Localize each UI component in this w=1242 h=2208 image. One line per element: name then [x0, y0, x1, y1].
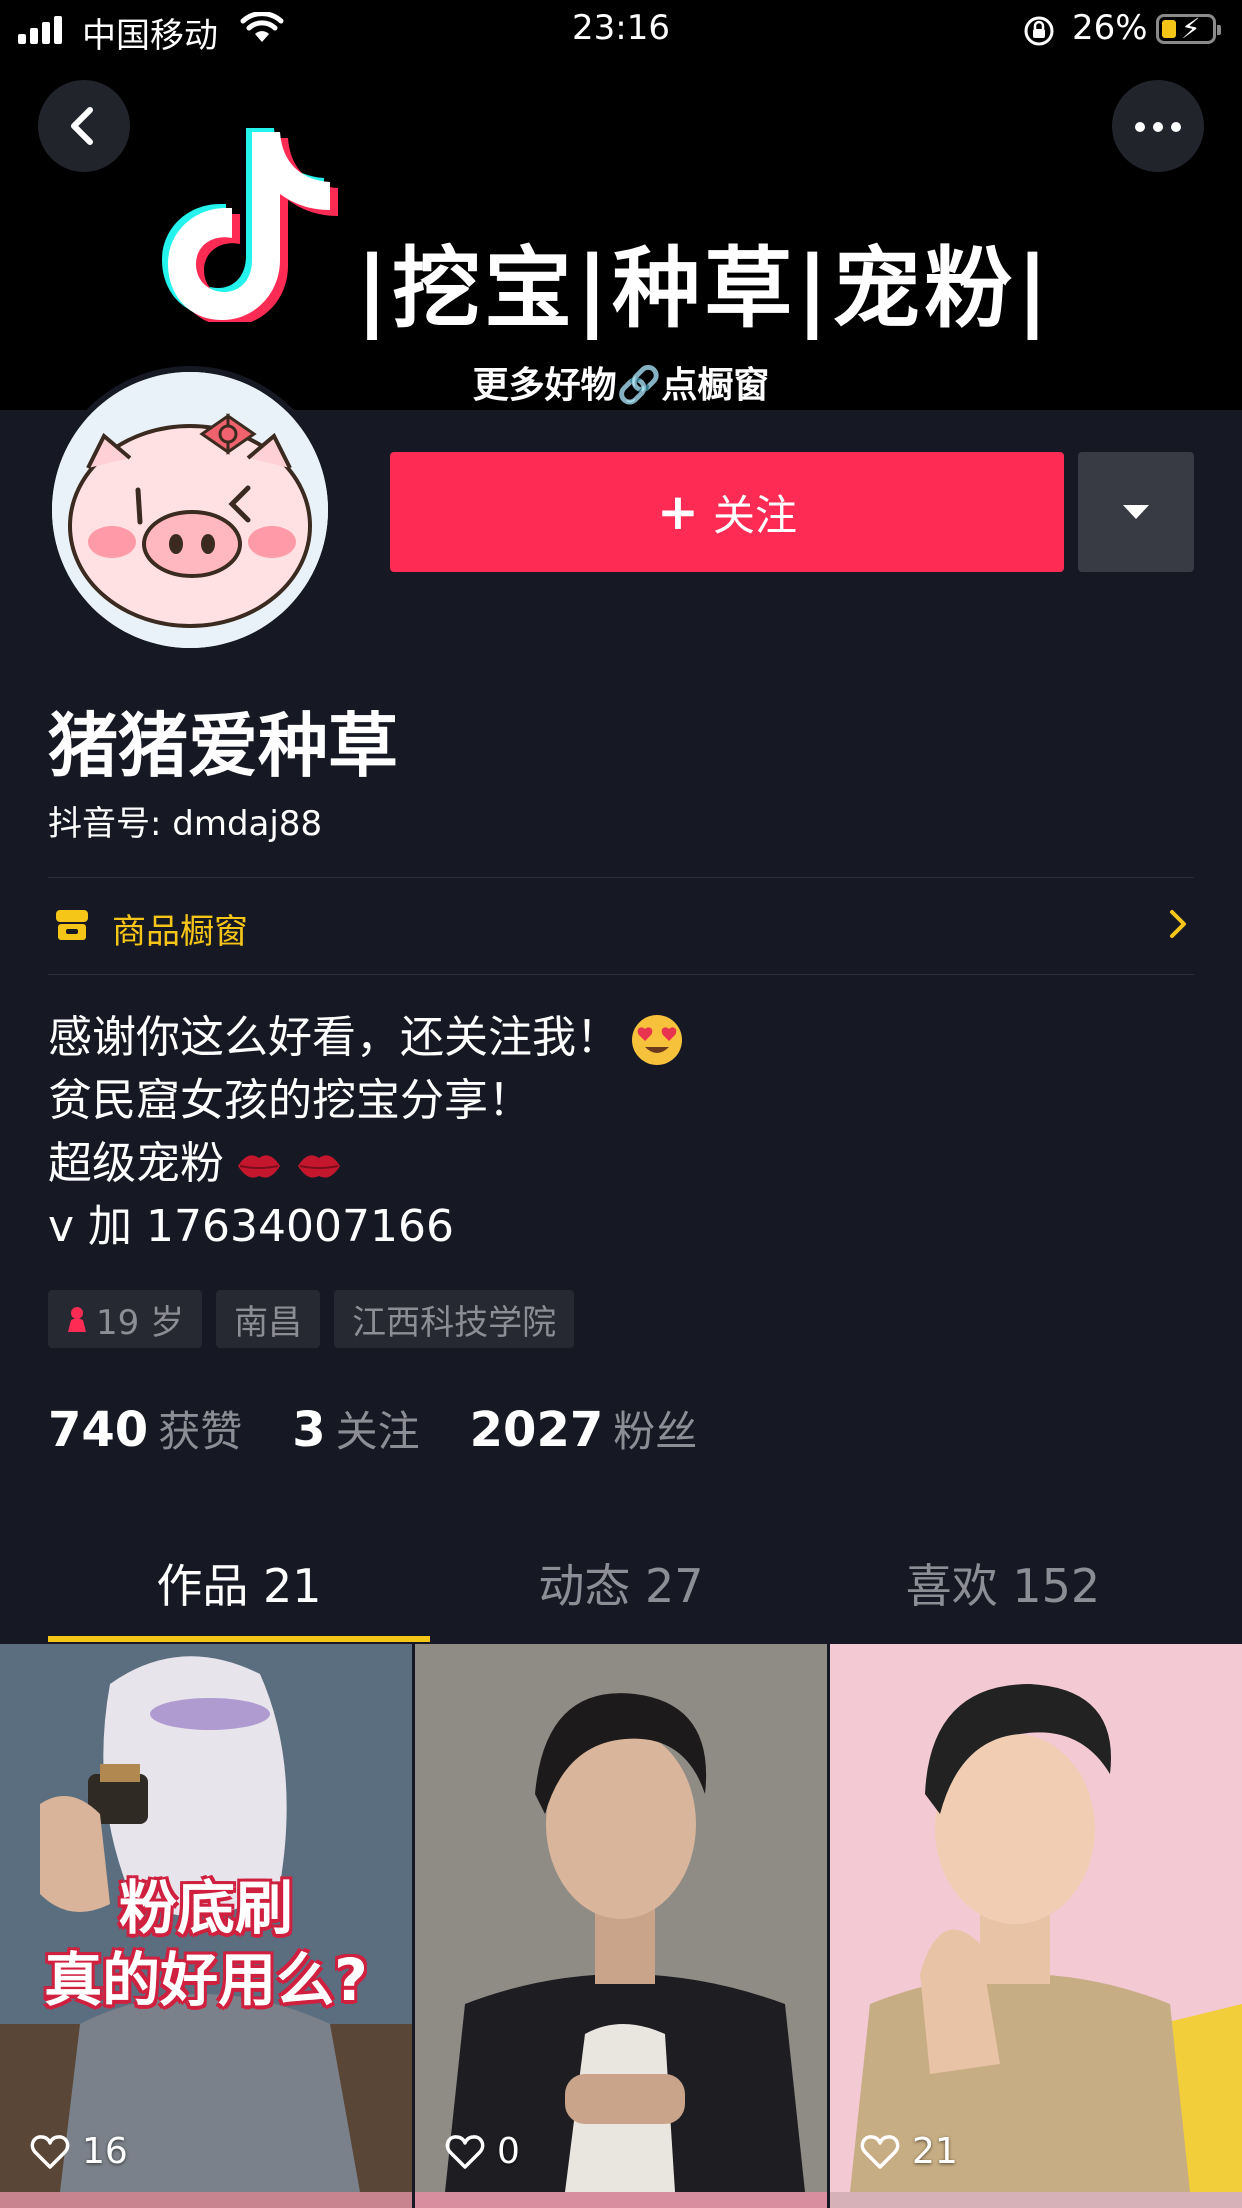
profile-stats: 740 获赞 3 关注 2027 粉丝	[48, 1398, 747, 1459]
battery-percent: 26%	[1072, 8, 1148, 48]
content-tabs: 作品 21 动态 27 喜欢 152	[48, 1550, 1194, 1644]
kiss-lips-emoji-icon	[238, 1155, 280, 1178]
bio-line: 超级宠粉	[48, 1132, 684, 1195]
shop-window-row[interactable]: 商品橱窗	[48, 878, 1194, 974]
rotation-lock-icon	[1024, 16, 1054, 46]
pig-avatar-icon	[52, 372, 328, 648]
heart-outline-icon	[445, 2134, 485, 2169]
caret-down-icon	[1123, 505, 1149, 519]
recommend-dropdown-button[interactable]	[1078, 452, 1194, 572]
video-thumbnail[interactable]: 0	[415, 1644, 827, 2192]
plus-icon: +	[657, 483, 699, 541]
chevron-right-icon	[1170, 910, 1186, 938]
video-thumbnail[interactable]: 粉底刷 真的好用么? 16	[0, 1644, 412, 2192]
likes-stat: 740 获赞	[48, 1402, 243, 1458]
douyin-logo-icon	[162, 128, 338, 322]
back-button[interactable]	[38, 80, 130, 172]
avatar[interactable]	[46, 366, 334, 654]
battery-icon: ⚡	[1156, 12, 1221, 45]
video-like-count: 16	[30, 2131, 128, 2172]
followers-stat[interactable]: 2027 粉丝	[470, 1398, 698, 1459]
status-bar: 中国移动 23:16 26% ⚡	[0, 0, 1242, 60]
bio-line: v 加 17634007166	[48, 1201, 454, 1252]
follow-label: 关注	[712, 490, 797, 540]
bio-line: 贫民窟女孩的挖宝分享！	[48, 1075, 532, 1126]
profile-banner: 中国移动 23:16 26% ⚡ |挖宝|种草|宠粉| 更多好物🔗点橱窗	[0, 0, 1242, 410]
follow-button[interactable]: + 关注	[390, 452, 1064, 572]
tab-works[interactable]: 作品 21	[48, 1550, 430, 1616]
video-thumbnail-peek[interactable]	[0, 2192, 412, 2208]
more-options-button[interactable]	[1112, 80, 1204, 172]
tab-likes[interactable]: 喜欢 152	[812, 1550, 1194, 1616]
video-cover-image	[830, 1644, 1242, 2192]
age-tag: 19 岁	[48, 1290, 203, 1348]
douyin-id: 抖音号: dmdaj88	[48, 804, 323, 844]
video-cover-image	[415, 1644, 827, 2192]
chevron-left-icon	[71, 107, 93, 145]
video-grid: 粉底刷 真的好用么? 16 0 21	[0, 1644, 1242, 2208]
shop-window-label: 商品橱窗	[112, 912, 248, 952]
video-thumbnail-peek[interactable]	[415, 2192, 827, 2208]
video-like-count: 21	[860, 2131, 958, 2172]
school-tag: 江西科技学院	[334, 1290, 575, 1348]
heart-outline-icon	[860, 2134, 900, 2169]
kiss-lips-emoji-icon	[298, 1155, 340, 1178]
following-stat[interactable]: 3 关注	[292, 1398, 419, 1459]
active-tab-indicator	[48, 1636, 430, 1642]
video-thumbnail-peek[interactable]	[830, 2192, 1242, 2208]
heart-eyes-emoji-icon	[632, 1015, 682, 1065]
bio-line: 感谢你这么好看，还关注我！	[48, 1006, 684, 1069]
video-thumbnail[interactable]: 21	[830, 1644, 1242, 2192]
profile-nickname: 猪猪爱种草	[48, 705, 398, 787]
shop-icon	[56, 910, 88, 940]
profile-bio: 感谢你这么好看，还关注我！ 贫民窟女孩的挖宝分享！ 超级宠粉 v 加 17634…	[48, 1006, 684, 1258]
heart-outline-icon	[30, 2134, 70, 2169]
profile-tags: 19 岁 南昌 江西科技学院	[48, 1290, 588, 1348]
more-dots-icon	[1131, 117, 1185, 136]
divider	[48, 974, 1194, 975]
video-cover-caption: 粉底刷 真的好用么?	[44, 1874, 368, 2014]
banner-title: |挖宝|种草|宠粉|	[356, 237, 1053, 340]
female-icon	[68, 1307, 86, 1332]
video-like-count: 0	[445, 2131, 520, 2172]
tab-moments[interactable]: 动态 27	[430, 1550, 812, 1616]
location-tag: 南昌	[216, 1290, 321, 1348]
